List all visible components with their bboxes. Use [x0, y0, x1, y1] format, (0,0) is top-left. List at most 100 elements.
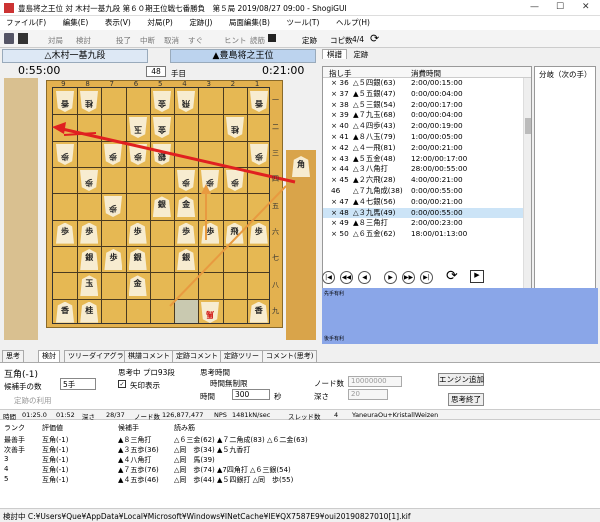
nodes-radio[interactable]: ノード数 — [314, 378, 344, 389]
move-cell: ▲５五金(48) — [353, 153, 396, 163]
stat-item: 4 — [334, 411, 339, 419]
pv-cell: ▲４五歩(46) — [118, 476, 159, 484]
rank-label: 六 — [272, 227, 279, 236]
pv-cell: △６三金(62) ▲７二角成(83) △６二金(63) — [174, 436, 308, 444]
last-move-button[interactable]: ▶| — [420, 271, 433, 284]
move-cell: 46 — [331, 185, 341, 195]
move-cell: × 44 — [331, 164, 349, 174]
move-row[interactable]: × 50 △６五金(62) 18:00/01:13:00 — [323, 229, 531, 240]
stop-thinking-button[interactable]: 思考終了 — [448, 393, 484, 406]
next-button[interactable]: ▶ — [384, 271, 397, 284]
pv-cell: 互角(-1) — [42, 466, 69, 474]
graph-top-label: 先手有利 — [324, 291, 345, 297]
move-row[interactable]: × 36 △５四銀(63) 2:00/00:15:00 — [323, 78, 531, 89]
pv-cell: 3 — [4, 455, 9, 463]
move-row[interactable]: × 42 △４一飛(81) 2:00/00:21:00 — [323, 143, 531, 154]
file-label: 2 — [230, 80, 236, 88]
file-label: 4 — [182, 80, 187, 88]
graph-bottom-label: 後手有利 — [324, 336, 345, 342]
move-cell: 2:00/00:21:00 — [411, 142, 463, 152]
depth-radio[interactable]: 深さ — [314, 391, 329, 402]
move-cell: 0:00/00:04:00 — [411, 88, 463, 98]
move-row[interactable]: × 48 △３九馬(49) 0:00/00:55:00 — [323, 207, 531, 219]
move-row[interactable]: × 39 ▲７九玉(68) 0:00/00:04:00 — [323, 110, 531, 121]
tab-kifu[interactable]: 棋譜 — [322, 49, 347, 59]
pv-cell: ▲８三角打 — [118, 436, 152, 444]
bottom-tabs: 思考 検討 ツリーダイアグラム 棋譜コメント 定跡コメント 定跡ツリー コメント… — [0, 350, 600, 362]
move-row[interactable]: × 40 △４四歩(43) 2:00/00:19:00 — [323, 121, 531, 132]
move-cell: △５四銀(63) — [353, 78, 396, 87]
move-cell: △６五金(62) — [353, 229, 396, 239]
file-label: 1 — [254, 80, 260, 88]
rank-label: 一 — [272, 96, 279, 105]
first-move-button[interactable]: |◀ — [322, 271, 335, 284]
stat-item: ノード数 — [134, 413, 160, 421]
tab-joseki-tree[interactable]: 定跡ツリー — [220, 350, 263, 362]
unlimited-radio[interactable]: 時間無制限 — [210, 378, 248, 389]
depth-input[interactable]: 20 — [348, 389, 388, 400]
play-icon[interactable]: ▶ — [470, 270, 484, 283]
move-row[interactable]: × 37 ▲５五銀(47) 0:00/00:04:00 — [323, 89, 531, 100]
arrow-checkbox[interactable]: ✓ — [118, 380, 126, 388]
move-row[interactable]: × 49 ▲８三角打 2:00/00:23:00 — [323, 218, 531, 229]
joseki-checkbox[interactable]: 定跡の利用 — [14, 395, 52, 406]
status-bar: 検討中 C:¥Users¥Que¥AppData¥Local¥Microsoft… — [0, 508, 600, 521]
move-row[interactable]: × 44 △３八角打 28:00/00:55:00 — [323, 164, 531, 175]
move-row[interactable]: × 45 ▲２六飛(28) 4:00/00:21:00 — [323, 175, 531, 186]
move-row[interactable]: × 38 △５三銀(54) 2:00/00:17:00 — [323, 100, 531, 111]
prev-10-button[interactable]: ◀◀ — [340, 271, 353, 284]
tab-comment-thinking[interactable]: コメント(思考) — [262, 350, 318, 362]
next-10-button[interactable]: ▶▶ — [402, 271, 415, 284]
move-cell: 0:00/00:21:00 — [411, 196, 463, 206]
tab-joseki[interactable]: 定跡 — [349, 50, 372, 59]
flip-icon[interactable]: ⟳ — [446, 268, 458, 284]
move-cell: △３八角打 — [353, 164, 388, 174]
tab-analysis[interactable]: 検討 — [38, 350, 60, 362]
move-row[interactable]: × 41 ▲８八玉(79) 1:00/00:05:00 — [323, 132, 531, 143]
rank-label: 八 — [272, 280, 279, 289]
tab-kifu-comment[interactable]: 棋譜コメント — [124, 350, 174, 362]
time-radio[interactable]: 時間 — [200, 391, 215, 402]
file-label: 7 — [109, 80, 115, 88]
move-cell: × 42 — [331, 142, 349, 152]
file-label: 3 — [206, 80, 211, 88]
move-cell: △５三銀(54) — [353, 99, 396, 109]
rank-label: 三 — [272, 148, 279, 157]
move-row[interactable]: × 43 ▲５五金(48) 12:00/00:17:00 — [323, 154, 531, 165]
tab-joseki-comment[interactable]: 定跡コメント — [172, 350, 222, 362]
stat-item: NPS — [214, 411, 227, 419]
move-list[interactable]: 指し手 消費時間 × 36 △５四銀(63) 2:00/00:15:00 × 37 ▲５… — [322, 66, 532, 290]
move-cell: × 40 — [331, 121, 349, 131]
candidates-label: 候補手の数 — [4, 382, 42, 391]
pv-cell: 互角(-1) — [42, 456, 69, 464]
rank-label: 七 — [272, 254, 279, 263]
tab-thinking[interactable]: 思考 — [2, 350, 24, 362]
candidates-select[interactable]: 5手 — [60, 378, 96, 390]
move-cell: × 47 — [331, 196, 349, 206]
prev-button[interactable]: ◀ — [358, 271, 371, 284]
move-row[interactable]: 46 △７九角成(38) 0:00/00:55:00 — [323, 186, 531, 197]
pv-cell: △同 歩(34) ▲５九香打 — [174, 446, 251, 454]
arrow-label: 矢印表示 — [130, 381, 160, 390]
stat-item: 28/37 — [106, 411, 125, 419]
move-cell: ▲２六飛(28) — [353, 175, 396, 185]
move-row[interactable]: × 47 ▲４七銀(56) 0:00/00:21:00 — [323, 197, 531, 208]
stat-item: 01:52 — [56, 411, 75, 419]
stat-item: 01:25.0 — [22, 411, 47, 419]
move-cell: ▲７九玉(68) — [353, 110, 396, 120]
time-input[interactable]: 300 — [232, 389, 270, 400]
move-cell: × 39 — [331, 110, 349, 120]
move-cell: × 50 — [331, 229, 349, 239]
move-cell: 1:00/00:05:00 — [411, 131, 463, 141]
add-engine-button[interactable]: エンジン追加 — [438, 373, 484, 386]
move-cell: × 49 — [331, 218, 349, 228]
pv-cell: △同 歩(44) ▲５四銀打 △同 歩(55) — [174, 476, 294, 484]
nodes-input[interactable]: 10000000 — [348, 376, 402, 387]
move-list-scrollbar[interactable] — [523, 78, 531, 289]
pv-cell: △同 歩(74) ▲7四角打 △６三銀(54) — [174, 466, 291, 474]
stat-item: YaneuraOu+KristallWeizen — [352, 411, 439, 419]
eval-graph[interactable]: 先手有利 後手有利 — [322, 288, 598, 344]
branch-panel: 分岐（次の手） — [534, 66, 596, 290]
pv-cell: ▲３五歩(36) — [118, 446, 159, 454]
stat-item: 深さ — [82, 413, 95, 421]
